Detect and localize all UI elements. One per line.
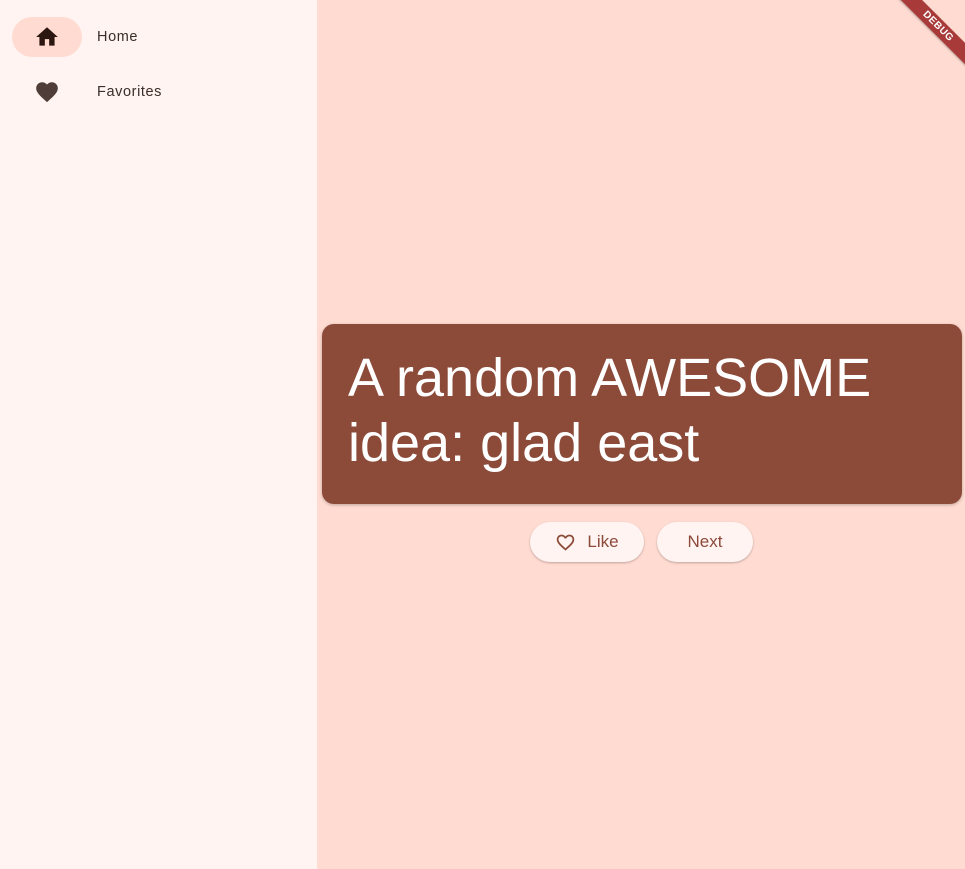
next-button-label: Next bbox=[687, 532, 723, 551]
navigation-rail: Home Favorites bbox=[0, 0, 317, 869]
nav-label-home: Home bbox=[97, 29, 139, 45]
debug-banner-label: DEBUG bbox=[890, 0, 965, 75]
idea-card: A random AWESOME idea: glad east bbox=[322, 324, 962, 504]
nav-label-favorites: Favorites bbox=[97, 84, 163, 100]
heart-outline-icon bbox=[557, 534, 575, 551]
nav-item-home[interactable]: Home bbox=[0, 9, 317, 65]
app-window: Home Favorites A random AWESOME idea: gl… bbox=[0, 0, 965, 869]
nav-selected-indicator bbox=[12, 17, 82, 57]
home-icon bbox=[36, 27, 58, 46]
heart-icon bbox=[36, 82, 58, 103]
main-content: A random AWESOME idea: glad east Like Ne… bbox=[317, 0, 965, 869]
debug-banner: DEBUG bbox=[875, 0, 965, 90]
idea-text: A random AWESOME idea: glad east bbox=[348, 348, 872, 473]
nav-icon-container bbox=[12, 72, 82, 112]
nav-item-favorites[interactable]: Favorites bbox=[0, 64, 317, 120]
like-button[interactable]: Like bbox=[530, 522, 644, 562]
like-button-label: Like bbox=[587, 532, 619, 551]
next-button[interactable]: Next bbox=[657, 522, 753, 562]
